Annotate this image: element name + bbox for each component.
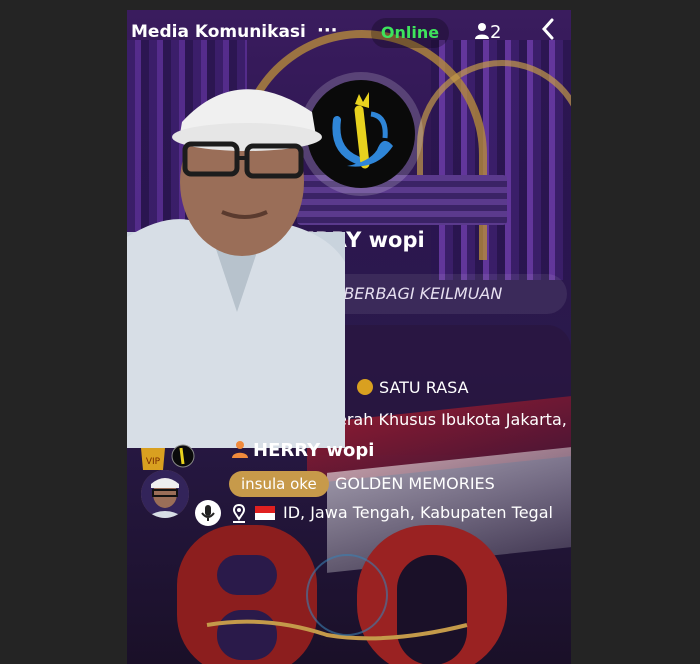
chevron-left-icon: [541, 18, 554, 40]
viewer-count[interactable]: 2: [474, 22, 501, 43]
screenshot-frame: Media Komunikasi ··· Online 2 HERRY wopi…: [0, 0, 700, 664]
svg-text:VIP: VIP: [146, 457, 161, 467]
member-name-text: HERRY wopi: [253, 440, 375, 461]
host-tag: SATU RASA: [357, 378, 469, 397]
member-level-pill: insula oke: [229, 471, 329, 497]
user-icon: [475, 23, 489, 39]
person-icon: [232, 441, 248, 458]
viewer-count-number: 2: [490, 22, 502, 43]
room-title[interactable]: Media Komunikasi: [131, 22, 306, 42]
online-status-badge: Online: [371, 18, 449, 48]
person-photo: [127, 89, 345, 448]
member-name[interactable]: HERRY wopi: [231, 440, 374, 461]
vip-badge: VIP: [141, 444, 195, 470]
host-tag-text: SATU RASA: [379, 378, 469, 397]
room-header: Media Komunikasi ··· Online 2: [127, 10, 571, 56]
host-location: erah Khusus Ibukota Jakarta,: [337, 410, 567, 429]
more-icon[interactable]: ···: [317, 20, 338, 41]
anniversary-80-graphic: [177, 525, 507, 664]
back-button[interactable]: [533, 18, 563, 48]
badge-icon: [357, 379, 373, 395]
member-group: GOLDEN MEMORIES: [335, 474, 495, 493]
live-room-screen: Media Komunikasi ··· Online 2 HERRY wopi…: [127, 10, 571, 664]
